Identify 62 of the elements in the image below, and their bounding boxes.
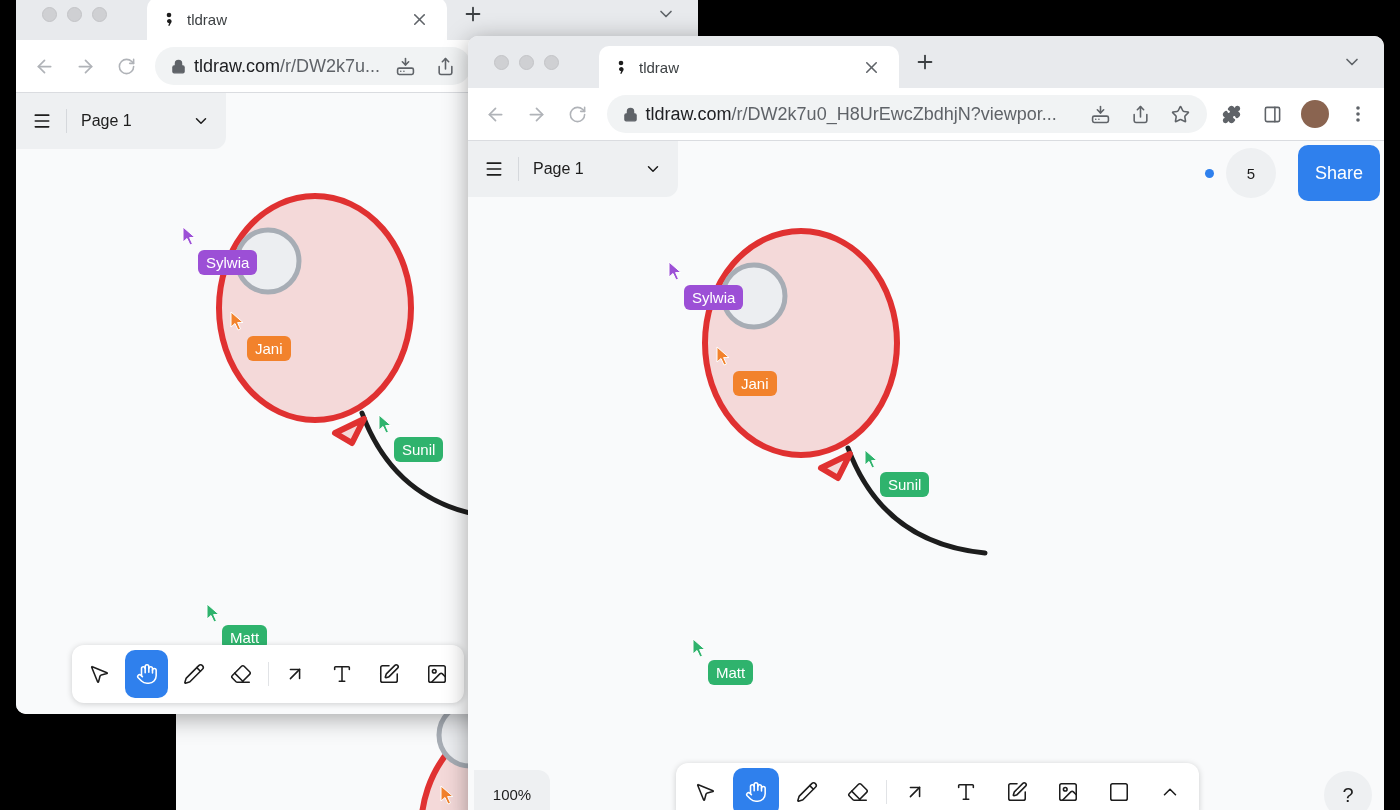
pencil-icon	[795, 781, 818, 803]
cursor-icon	[378, 414, 392, 434]
page-menu[interactable]: Page 1	[468, 141, 678, 197]
cursor-icon	[230, 311, 244, 331]
note-icon	[378, 663, 401, 685]
online-status-dot	[1205, 168, 1214, 178]
puzzle-icon	[1222, 104, 1241, 124]
page-menu[interactable]: Page 1	[16, 93, 226, 149]
tab-title: tldraw	[187, 10, 228, 28]
browser-tab[interactable]: tldraw	[147, 0, 447, 40]
collaborator-count-button[interactable]: 5	[1226, 148, 1276, 198]
browser-tab[interactable]: tldraw	[599, 46, 899, 88]
hand-icon	[744, 781, 767, 803]
menu-icon	[484, 159, 504, 179]
image-icon	[1056, 781, 1079, 803]
favicon-icon	[165, 11, 173, 27]
zoom-level-button[interactable]: 100%	[474, 770, 550, 810]
tab-title: tldraw	[639, 58, 680, 76]
drawing-canvas[interactable]: Sylwia Jani Sunil Matt Page 1 5 Share 100% ?	[468, 141, 1384, 810]
avatar[interactable]	[1301, 100, 1330, 128]
help-button[interactable]: ?	[1324, 771, 1372, 810]
cursor-icon	[668, 261, 682, 281]
url-text: tldraw.com/r/DW2k7u...	[194, 55, 381, 77]
cursor-icon	[206, 603, 220, 623]
hand-tool[interactable]	[732, 768, 779, 810]
collaborator-name-tag: Jani	[247, 336, 291, 361]
share-button[interactable]: Share	[1298, 145, 1380, 201]
address-bar[interactable]: tldraw.com/r/DW2k7u0_H8UrEwcZbdhjN?viewpor...	[606, 95, 1207, 133]
eraser-icon	[846, 781, 869, 803]
cursor-icon	[182, 226, 196, 246]
star-icon	[1171, 104, 1191, 124]
cursor-icon	[692, 638, 706, 658]
image-icon	[425, 663, 448, 685]
hand-tool[interactable]	[125, 650, 168, 698]
hand-icon	[135, 663, 158, 685]
collaborator-name-tag: Sunil	[880, 472, 930, 497]
collaborator-name-tag: Matt	[708, 660, 754, 685]
share-icon	[1131, 104, 1151, 124]
menu-dots-icon	[1356, 106, 1361, 122]
reload-icon	[568, 104, 588, 124]
lock-icon	[622, 106, 638, 122]
pencil-icon	[182, 663, 205, 685]
side-panel-icon	[1262, 104, 1282, 124]
download-icon	[395, 56, 415, 76]
collaborator-name-tag: Jani	[733, 371, 777, 396]
download-icon	[1091, 104, 1111, 124]
eraser-icon	[230, 663, 253, 685]
pointer-icon	[88, 663, 111, 685]
rectangle-icon	[1107, 781, 1130, 803]
cursor-icon	[440, 785, 454, 805]
address-bar[interactable]: tldraw.com/r/DW2k7u...	[155, 47, 471, 85]
reload-icon	[116, 56, 136, 76]
collaborator-name-tag: Sylwia	[684, 285, 744, 310]
collaborator-name-tag: Sylwia	[198, 250, 258, 275]
menu-icon	[32, 111, 52, 131]
cursor-icon	[716, 346, 730, 366]
collaborator-name-tag: Sunil	[394, 437, 444, 462]
lock-icon	[171, 58, 186, 74]
cursor-icon	[864, 449, 878, 469]
favicon-icon	[617, 59, 625, 75]
share-icon	[435, 56, 455, 76]
note-icon	[1005, 781, 1028, 803]
